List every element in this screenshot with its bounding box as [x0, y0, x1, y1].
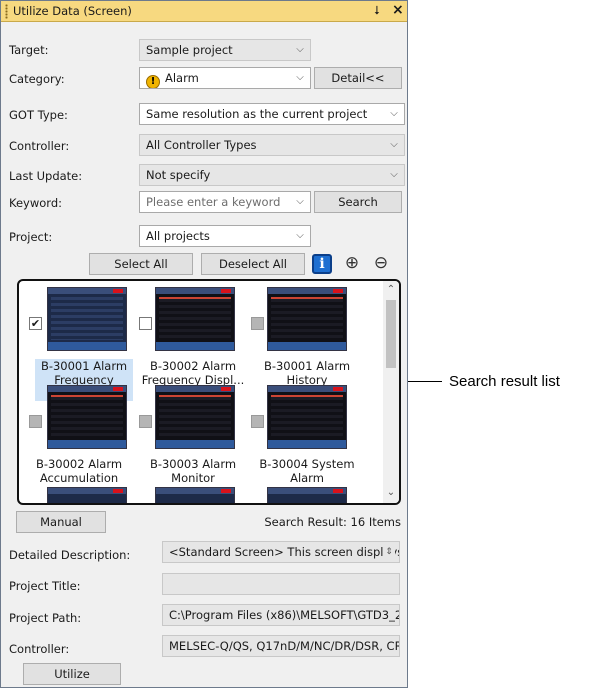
info-icon[interactable]: i	[312, 254, 332, 274]
project-value: All projects	[146, 229, 210, 243]
got-type-select[interactable]: Same resolution as the current project ⌵	[139, 103, 405, 125]
scroll-down-icon[interactable]: ⌄	[383, 487, 399, 498]
zoom-in-icon[interactable]: ⊕	[342, 254, 362, 274]
chevron-down-icon: ⌵	[294, 40, 306, 60]
project-title-label: Project Title:	[9, 579, 81, 593]
result-item-label: B-30001 Alarm History	[263, 359, 351, 387]
chevron-down-icon: ⌵	[294, 192, 306, 212]
screen-thumbnail	[155, 487, 235, 503]
close-icon[interactable]: ×	[392, 2, 404, 18]
project-path-field: C:\Program Files (x86)\MELSOFT\GTD3_20	[162, 604, 400, 626]
screen-thumbnail	[267, 287, 347, 351]
alarm-warning-icon: !	[146, 75, 160, 88]
project-select[interactable]: All projects ⌵	[139, 225, 311, 247]
details-controller-value: MELSEC-Q/QS, Q17nD/M/NC/DR/DSR, CRnI	[169, 639, 400, 653]
zoom-out-icon[interactable]: ⊖	[371, 254, 391, 274]
detailed-description-field[interactable]: <Standard Screen> This screen displays ⇕	[162, 541, 400, 563]
search-result-list[interactable]: ✔ B-30001 AlarmFrequency Displ... B-3000…	[17, 279, 401, 505]
screen-thumbnail	[155, 385, 235, 449]
target-select[interactable]: Sample project ⌵	[139, 39, 311, 61]
window-title: Utilize Data (Screen)	[13, 4, 132, 18]
utilize-button[interactable]: Utilize	[23, 663, 121, 685]
manual-button[interactable]: Manual	[16, 511, 106, 533]
result-item-label: B-30004 System Alarm	[259, 457, 355, 485]
category-value: Alarm	[165, 71, 199, 85]
project-label: Project:	[9, 230, 53, 244]
result-item-label: B-30002 Alarm Accumulation	[35, 457, 123, 485]
project-path-label: Project Path:	[9, 611, 82, 625]
project-path-value: C:\Program Files (x86)\MELSOFT\GTD3_20	[169, 608, 400, 622]
pin-icon[interactable]: ⭣	[374, 3, 380, 18]
controller-label: Controller:	[9, 139, 70, 153]
select-all-button[interactable]: Select All	[89, 253, 193, 275]
vertical-scrollbar[interactable]: ⌃ ⌄	[383, 281, 399, 503]
drag-grip-icon[interactable]	[5, 4, 8, 19]
result-checkbox[interactable]	[139, 317, 152, 330]
chevron-down-icon: ⌵	[388, 165, 400, 185]
last-update-label: Last Update:	[9, 169, 83, 183]
callout-line	[408, 381, 442, 382]
result-item-label: B-30002 Alarm Frequency Displ...	[141, 359, 245, 387]
chevron-down-icon: ⌵	[294, 68, 306, 88]
category-label: Category:	[9, 72, 65, 86]
spin-arrows-icon[interactable]: ⇕	[383, 542, 395, 562]
got-type-value: Same resolution as the current project	[146, 107, 368, 121]
controller-value: All Controller Types	[146, 138, 257, 152]
got-type-label: GOT Type:	[9, 108, 68, 122]
detail-button[interactable]: Detail<<	[314, 67, 402, 89]
result-checkbox[interactable]	[251, 415, 264, 428]
screen-thumbnail	[155, 287, 235, 351]
screen-thumbnail	[47, 287, 127, 351]
target-value: Sample project	[146, 43, 233, 57]
screen-thumbnail	[267, 487, 347, 503]
details-controller-field: MELSEC-Q/QS, Q17nD/M/NC/DR/DSR, CRnI	[162, 635, 400, 657]
callout-label: Search result list	[449, 373, 560, 390]
scroll-up-icon[interactable]: ⌃	[383, 284, 399, 295]
chevron-down-icon: ⌵	[388, 135, 400, 155]
project-title-field	[162, 573, 400, 595]
detailed-description-label: Detailed Description:	[9, 548, 131, 562]
result-checkbox[interactable]	[251, 317, 264, 330]
search-result-count: Search Result: 16 Items	[264, 515, 401, 529]
category-select[interactable]: ! Alarm ⌵	[139, 67, 311, 89]
title-bar[interactable]: Utilize Data (Screen) ⭣ ×	[1, 1, 407, 22]
target-label: Target:	[9, 43, 49, 57]
screen-thumbnail	[47, 385, 127, 449]
chevron-down-icon: ⌵	[388, 104, 400, 124]
details-controller-label: Controller:	[9, 642, 70, 656]
result-checkbox[interactable]: ✔	[29, 317, 42, 330]
screen-thumbnail	[47, 487, 127, 503]
scroll-thumb[interactable]	[386, 300, 396, 368]
last-update-select[interactable]: Not specify ⌵	[139, 164, 405, 186]
utilize-data-panel: Utilize Data (Screen) ⭣ × Target: Sample…	[0, 0, 408, 688]
keyword-placeholder: Please enter a keyword	[146, 195, 281, 209]
deselect-all-button[interactable]: Deselect All	[201, 253, 305, 275]
screen-thumbnail	[267, 385, 347, 449]
last-update-value: Not specify	[146, 168, 211, 182]
controller-select[interactable]: All Controller Types ⌵	[139, 134, 405, 156]
chevron-down-icon: ⌵	[294, 226, 306, 246]
result-checkbox[interactable]	[139, 415, 152, 428]
keyword-label: Keyword:	[9, 196, 62, 210]
result-checkbox[interactable]	[29, 415, 42, 428]
result-item-label: B-30003 Alarm Monitor	[149, 457, 237, 485]
keyword-input[interactable]: Please enter a keyword ⌵	[139, 191, 311, 213]
search-button[interactable]: Search	[314, 191, 402, 213]
detailed-description-value: <Standard Screen> This screen displays	[169, 545, 400, 559]
